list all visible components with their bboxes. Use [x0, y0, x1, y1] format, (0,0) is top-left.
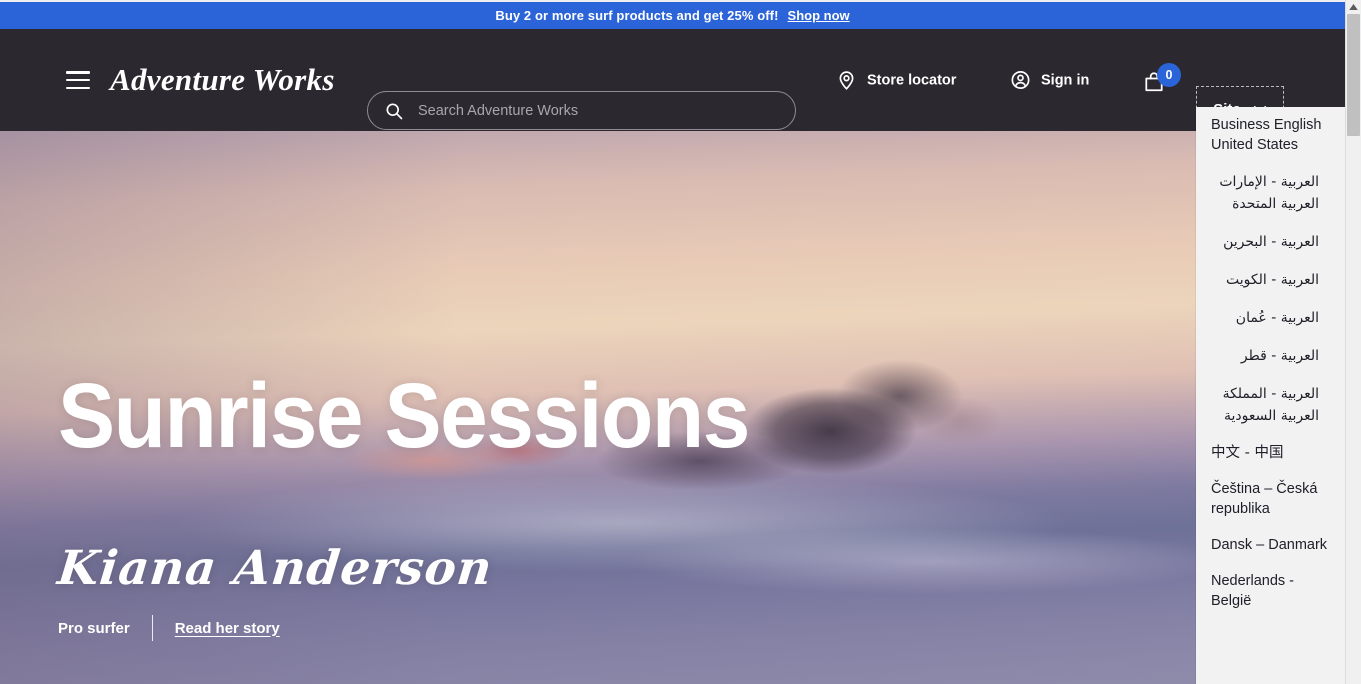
meta-divider: [151, 615, 153, 641]
store-locator-link[interactable]: Store locator: [836, 70, 956, 91]
promo-banner: Buy 2 or more surf products and get 25% …: [0, 2, 1345, 29]
site-picker-dropdown: Business English United States العربية - …: [1196, 107, 1345, 684]
hamburger-menu-icon[interactable]: [66, 71, 90, 89]
site-option[interactable]: العربية - البحرين: [1196, 223, 1345, 261]
user-circle-icon: [1011, 71, 1030, 89]
hero-signature: Kiana Anderson: [55, 541, 496, 596]
site-option[interactable]: العربية - الكويت: [1196, 261, 1345, 299]
cart-count-badge: 0: [1157, 63, 1181, 87]
sign-in-label: Sign in: [1041, 72, 1090, 88]
page-viewport: Buy 2 or more surf products and get 25% …: [0, 0, 1345, 684]
site-option[interactable]: العربية - عُمان: [1196, 299, 1345, 337]
map-pin-icon: [839, 71, 854, 90]
site-option[interactable]: Nederlands - België: [1196, 563, 1345, 619]
hero-section: Sunrise Sessions Kiana Anderson Pro surf…: [0, 131, 1345, 684]
site-option[interactable]: Dansk – Danmark: [1196, 527, 1345, 563]
scrollbar-up-arrow-icon[interactable]: [1346, 0, 1361, 14]
scrollbar-thumb[interactable]: [1347, 14, 1360, 136]
cart-button[interactable]: 0: [1143, 63, 1189, 97]
site-option[interactable]: العربية - المملكة العربية السعودية: [1196, 375, 1345, 435]
promo-text: Buy 2 or more surf products and get 25% …: [495, 8, 779, 23]
sign-in-link[interactable]: Sign in: [1010, 70, 1089, 91]
site-option[interactable]: Čeština – Česká republika: [1196, 471, 1345, 527]
search-input[interactable]: [418, 102, 779, 119]
site-header: Adventure Works Store locator: [0, 29, 1345, 133]
site-option[interactable]: العربية - قطر: [1196, 337, 1345, 375]
search-icon: [386, 103, 403, 119]
promo-shop-now-link[interactable]: Shop now: [788, 8, 850, 23]
read-her-story-link[interactable]: Read her story: [175, 620, 280, 637]
brand-logo[interactable]: Adventure Works: [110, 62, 335, 98]
site-option[interactable]: Business English United States: [1196, 107, 1345, 163]
hero-meta: Pro surfer Read her story: [58, 615, 280, 641]
browser-scrollbar[interactable]: [1345, 0, 1361, 684]
hero-role-label: Pro surfer: [58, 619, 130, 637]
store-locator-label: Store locator: [867, 72, 957, 88]
search-bar[interactable]: [367, 91, 796, 130]
hero-title: Sunrise Sessions: [58, 365, 750, 467]
site-option[interactable]: 中文 - 中国: [1196, 435, 1345, 471]
browser-page: Buy 2 or more surf products and get 25% …: [0, 0, 1361, 684]
site-option[interactable]: العربية - الإمارات العربية المتحدة: [1196, 163, 1345, 223]
